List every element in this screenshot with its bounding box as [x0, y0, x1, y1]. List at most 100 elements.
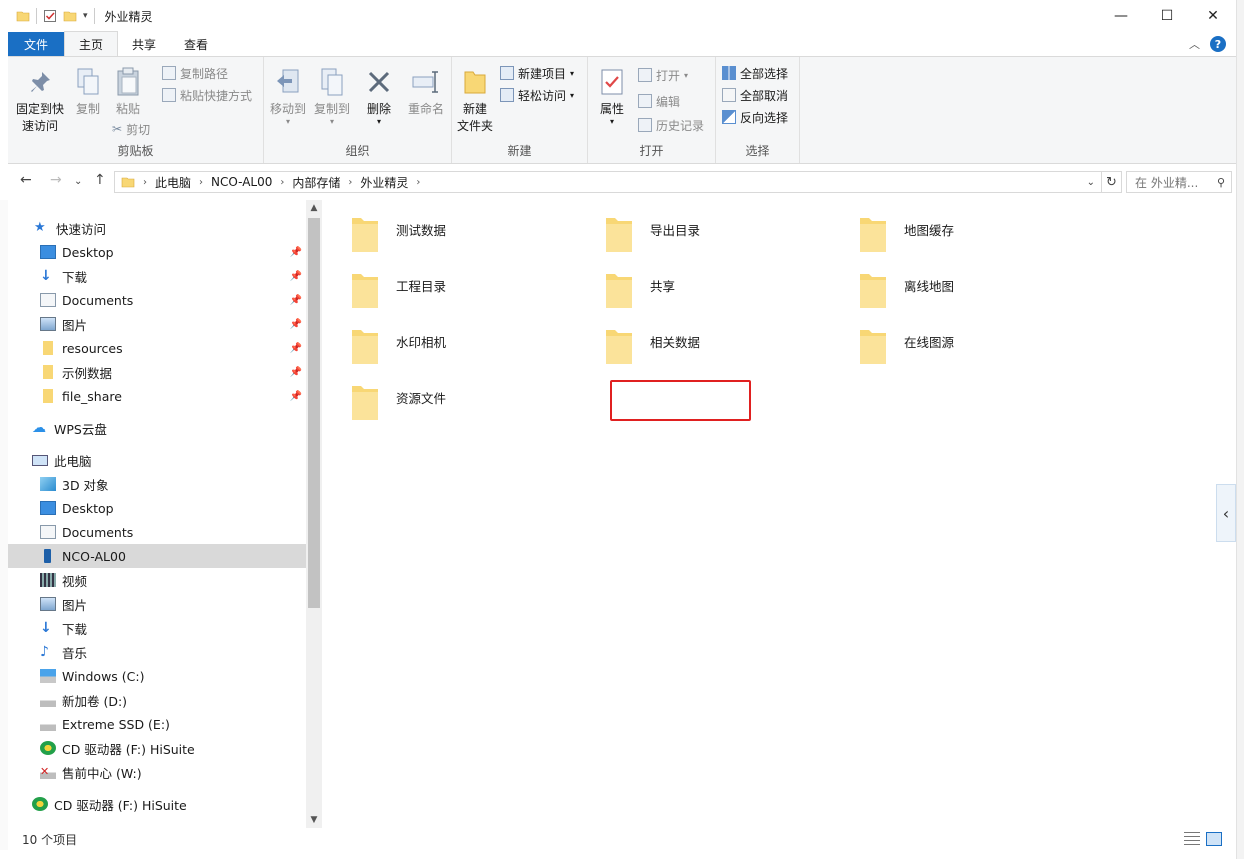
- back-arrow-icon[interactable]: ←: [20, 172, 32, 188]
- nav-drive-c[interactable]: Windows (C:): [8, 664, 306, 688]
- large-icons-view-icon[interactable]: [1206, 832, 1222, 846]
- nav-drive-e[interactable]: Extreme SSD (E:): [8, 712, 306, 736]
- new-item-button[interactable]: 新建项目 ▾: [500, 63, 574, 83]
- folder-item[interactable]: 离线地图: [858, 260, 1088, 310]
- up-arrow-icon[interactable]: ↑: [94, 172, 106, 188]
- pin-icon[interactable]: 📌: [290, 391, 302, 402]
- nav-cd-drive[interactable]: CD 驱动器 (F:) HiSuite: [8, 792, 306, 816]
- breadcrumb-item[interactable]: NCO-AL00: [211, 175, 272, 189]
- nav-documents[interactable]: Documents 📌: [8, 288, 306, 312]
- edit-button[interactable]: 编辑: [638, 91, 680, 111]
- forward-arrow-icon[interactable]: →: [50, 172, 62, 188]
- nav-quick-access[interactable]: ★ 快速访问: [8, 216, 306, 240]
- search-input[interactable]: 在 外业精... ⚲: [1126, 171, 1232, 193]
- folder-item[interactable]: 测试数据: [350, 204, 580, 254]
- properties-check-icon[interactable]: [43, 9, 57, 23]
- breadcrumb-separator[interactable]: ›: [348, 177, 352, 188]
- nav-wps-cloud[interactable]: ☁ WPS云盘: [8, 416, 306, 440]
- nav-music[interactable]: ♪ 音乐: [8, 640, 306, 664]
- nav-pc-desktop[interactable]: Desktop: [8, 496, 306, 520]
- nav-scrollbar[interactable]: ▲ ▼: [306, 200, 322, 828]
- tab-file[interactable]: 文件: [8, 32, 65, 56]
- maximize-button[interactable]: ☐: [1144, 0, 1190, 32]
- recent-locations-icon[interactable]: ⌄: [74, 176, 82, 187]
- scroll-thumb[interactable]: [308, 218, 320, 608]
- breadcrumb-separator[interactable]: ›: [143, 177, 147, 188]
- folder-item[interactable]: 工程目录: [350, 260, 580, 310]
- details-view-icon[interactable]: [1184, 832, 1200, 846]
- nav-file-share[interactable]: file_share 📌: [8, 384, 306, 408]
- nav-drive-f[interactable]: CD 驱动器 (F:) HiSuite: [8, 736, 306, 760]
- nav-videos[interactable]: 视频: [8, 568, 306, 592]
- folder-item[interactable]: 水印相机: [350, 316, 580, 366]
- new-folder-button[interactable]: 新建 文件夹: [454, 67, 496, 135]
- folder-item[interactable]: 在线图源: [858, 316, 1088, 366]
- nav-pictures[interactable]: 图片 📌: [8, 312, 306, 336]
- properties-button[interactable]: 属性 ▾: [594, 67, 630, 126]
- tab-home[interactable]: 主页: [64, 31, 119, 56]
- nav-pc-documents[interactable]: Documents: [8, 520, 306, 544]
- select-none-button[interactable]: 全部取消: [722, 85, 788, 105]
- close-button[interactable]: ✕: [1190, 0, 1236, 32]
- collapse-ribbon-icon[interactable]: ︿: [1189, 36, 1200, 52]
- delete-button[interactable]: 删除 ▾: [362, 67, 396, 126]
- pin-icon[interactable]: 📌: [290, 367, 302, 378]
- nav-sample-data[interactable]: 示例数据 📌: [8, 360, 306, 384]
- tab-view[interactable]: 查看: [170, 32, 222, 56]
- paste-shortcut-button[interactable]: 粘贴快捷方式: [162, 85, 252, 105]
- breadcrumb-separator[interactable]: ›: [280, 177, 284, 188]
- address-dropdown-icon[interactable]: ⌄: [1087, 177, 1095, 188]
- help-icon[interactable]: ?: [1210, 36, 1226, 52]
- copy-button[interactable]: 复制: [70, 67, 106, 118]
- rename-button[interactable]: 重命名: [404, 67, 448, 118]
- move-to-button[interactable]: 移动到 ▾: [268, 67, 308, 126]
- new-folder-icon[interactable]: [63, 9, 77, 23]
- nav-drive-w[interactable]: ✕ 售前中心 (W:): [8, 760, 306, 784]
- history-button[interactable]: 历史记录: [638, 115, 704, 135]
- nav-pc-downloads[interactable]: ↓ 下载: [8, 616, 306, 640]
- address-bar[interactable]: › 此电脑 › NCO-AL00 › 内部存储 › 外业精灵 › ⌄: [114, 171, 1102, 193]
- select-all-button[interactable]: 全部选择: [722, 63, 788, 83]
- scroll-up-icon[interactable]: ▲: [306, 200, 322, 216]
- minimize-button[interactable]: —: [1098, 0, 1144, 32]
- pin-icon[interactable]: 📌: [290, 295, 302, 306]
- easy-access-button[interactable]: 轻松访问 ▾: [500, 85, 574, 105]
- folder-item[interactable]: 资源文件: [350, 372, 580, 422]
- folder-item[interactable]: 导出目录: [604, 204, 834, 254]
- cut-button[interactable]: ✂ 剪切: [112, 119, 150, 139]
- nav-resources[interactable]: resources 📌: [8, 336, 306, 360]
- nav-desktop[interactable]: Desktop 📌: [8, 240, 306, 264]
- copy-path-button[interactable]: 复制路径: [162, 63, 228, 83]
- pin-icon[interactable]: 📌: [290, 319, 302, 330]
- pin-quick-access-button[interactable]: 固定到快 速访问: [14, 67, 66, 135]
- expand-pane-button[interactable]: ‹: [1216, 484, 1236, 542]
- nav-pc-pictures[interactable]: 图片: [8, 592, 306, 616]
- breadcrumb-item[interactable]: 外业精灵: [360, 174, 408, 191]
- status-bar: 10 个项目: [8, 828, 1236, 850]
- nav-drive-d[interactable]: 新加卷 (D:): [8, 688, 306, 712]
- pictures-icon: [40, 317, 56, 331]
- customize-dropdown-icon[interactable]: ▾: [83, 11, 88, 21]
- breadcrumb-separator[interactable]: ›: [416, 177, 420, 188]
- hisuite-icon: [40, 741, 56, 755]
- pin-icon[interactable]: 📌: [290, 247, 302, 258]
- invert-selection-button[interactable]: 反向选择: [722, 107, 788, 127]
- refresh-button[interactable]: ↻: [1102, 171, 1122, 193]
- paste-button[interactable]: 粘贴: [110, 67, 146, 118]
- open-button[interactable]: 打开 ▾: [638, 65, 688, 85]
- breadcrumb-item[interactable]: 内部存储: [292, 174, 340, 191]
- breadcrumb-item[interactable]: 此电脑: [155, 174, 191, 191]
- tab-share[interactable]: 共享: [118, 32, 170, 56]
- nav-nco-al00[interactable]: NCO-AL00: [8, 544, 306, 568]
- copy-to-button[interactable]: 复制到 ▾: [312, 67, 352, 126]
- folder-item[interactable]: 共享: [604, 260, 834, 310]
- pin-icon[interactable]: 📌: [290, 271, 302, 282]
- nav-this-pc[interactable]: 此电脑: [8, 448, 306, 472]
- folder-item[interactable]: 相关数据: [604, 316, 834, 366]
- pin-icon[interactable]: 📌: [290, 343, 302, 354]
- breadcrumb-separator[interactable]: ›: [199, 177, 203, 188]
- nav-3d-objects[interactable]: 3D 对象: [8, 472, 306, 496]
- nav-downloads[interactable]: ↓ 下载 📌: [8, 264, 306, 288]
- folder-item[interactable]: 地图缓存: [858, 204, 1088, 254]
- scroll-down-icon[interactable]: ▼: [306, 812, 322, 828]
